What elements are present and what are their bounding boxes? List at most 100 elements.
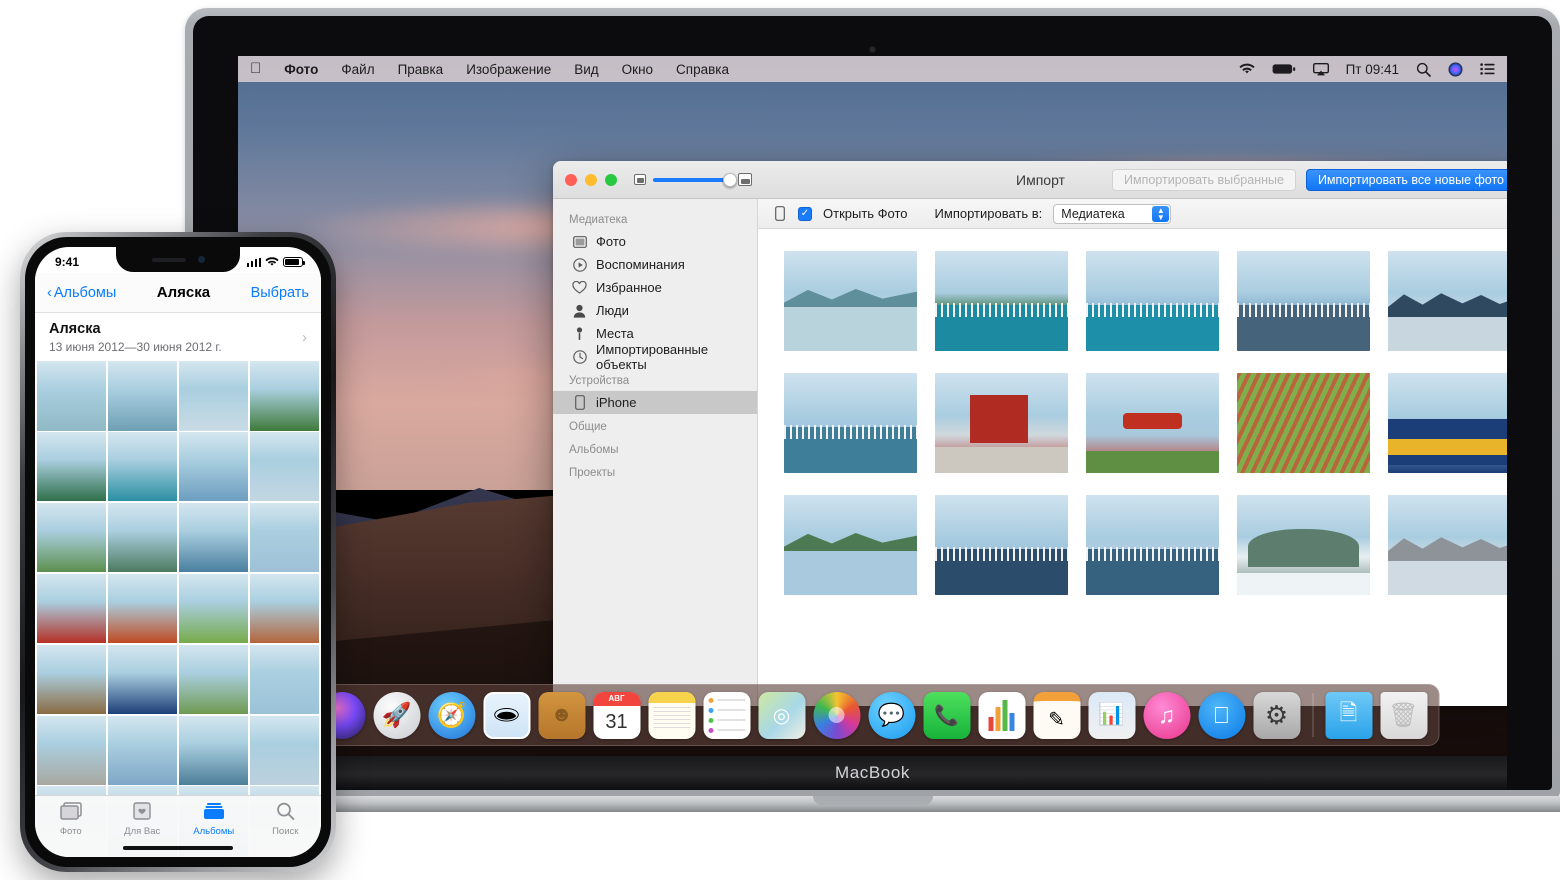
- search-icon[interactable]: [1416, 62, 1431, 77]
- photo-thumbnail[interactable]: [1388, 373, 1507, 473]
- sidebar-item-photos[interactable]: Фото: [553, 230, 757, 253]
- minimize-button[interactable]: [585, 173, 597, 186]
- menu-edit[interactable]: Правка: [398, 62, 444, 77]
- dock-item-launchpad[interactable]: 🚀: [373, 691, 420, 739]
- zoom-button[interactable]: [605, 173, 617, 186]
- iphone-photo-thumbnail[interactable]: [37, 502, 107, 573]
- airplay-icon[interactable]: [1312, 62, 1329, 76]
- menu-view[interactable]: Вид: [574, 62, 598, 77]
- dock-item-contacts[interactable]: ☻: [538, 691, 585, 739]
- menubar-clock[interactable]: Пт 09:41: [1346, 62, 1399, 77]
- iphone-photo-thumbnail[interactable]: [107, 573, 178, 644]
- sidebar-item-memories[interactable]: Воспоминания: [553, 253, 757, 276]
- wifi-icon[interactable]: [1238, 63, 1255, 75]
- ios-navigation-bar[interactable]: ‹ Альбомы Аляска Выбрать: [35, 273, 321, 313]
- iphone-photo-thumbnail[interactable]: [37, 361, 107, 431]
- dock-item-mail[interactable]: 🕳: [483, 691, 530, 739]
- window-traffic-lights[interactable]: [565, 173, 617, 186]
- tab-for-you[interactable]: Для Вас: [107, 802, 179, 837]
- iphone-photo-thumbnail[interactable]: [107, 715, 178, 785]
- dock-item-keynote[interactable]: 📊: [1088, 691, 1135, 739]
- zoom-slider-track[interactable]: [653, 172, 737, 187]
- photo-thumbnail[interactable]: [935, 251, 1068, 351]
- tab-photos[interactable]: Фото: [35, 802, 107, 837]
- iphone-photo-thumbnail[interactable]: [249, 573, 319, 644]
- chevron-right-icon[interactable]: ›: [302, 329, 307, 346]
- dock-item-numbers[interactable]: [978, 691, 1025, 739]
- back-to-albums-button[interactable]: ‹ Альбомы: [47, 285, 116, 301]
- window-titlebar[interactable]: Импорт Импортировать выбранные Импортиро…: [553, 161, 1507, 199]
- dock-item-trash[interactable]: 🗑: [1380, 691, 1427, 739]
- iphone-photo-thumbnail[interactable]: [178, 715, 249, 785]
- photo-thumbnail[interactable]: [1388, 495, 1507, 595]
- menu-file[interactable]: Файл: [341, 62, 374, 77]
- iphone-photo-thumbnail[interactable]: [178, 502, 249, 573]
- iphone-photo-thumbnail[interactable]: [249, 361, 319, 431]
- iphone-photo-thumbnail[interactable]: [178, 432, 249, 502]
- dock-item-appstore[interactable]: : [1198, 691, 1245, 739]
- iphone-photo-thumbnail[interactable]: [37, 432, 107, 502]
- iphone-photo-thumbnail[interactable]: [37, 644, 107, 714]
- iphone-photo-thumbnail[interactable]: [107, 361, 178, 431]
- macos-menubar[interactable]:  Фото Файл Правка Изображение Вид Окно …: [238, 56, 1507, 82]
- iphone-photo-thumbnail[interactable]: [107, 644, 178, 714]
- dock-item-reminders[interactable]: [703, 691, 750, 739]
- menu-window[interactable]: Окно: [622, 62, 653, 77]
- siri-icon[interactable]: [1448, 62, 1463, 77]
- photo-thumbnail[interactable]: [935, 373, 1068, 473]
- photo-thumbnail[interactable]: [1237, 373, 1370, 473]
- photo-thumbnail[interactable]: [1237, 251, 1370, 351]
- photos-import-window[interactable]: Импорт Импортировать выбранные Импортиро…: [553, 161, 1507, 706]
- photo-thumbnail[interactable]: [1086, 251, 1219, 351]
- control-center-icon[interactable]: [1480, 63, 1495, 75]
- thumbnail-size-slider[interactable]: [634, 172, 752, 187]
- dock-item-facetime[interactable]: 📞: [923, 691, 970, 739]
- iphone-screen[interactable]: 9:41 ‹ Альбомы Аляска Выбрать Аляска 13 …: [35, 247, 321, 857]
- tab-search[interactable]: Поиск: [250, 802, 322, 837]
- menu-image[interactable]: Изображение: [466, 62, 551, 77]
- menu-photos[interactable]: Фото: [284, 62, 318, 77]
- photo-thumbnail[interactable]: [1388, 251, 1507, 351]
- apple-menu-icon[interactable]: : [250, 61, 261, 76]
- iphone-photo-grid[interactable]: [35, 361, 321, 856]
- album-header[interactable]: Аляска 13 июня 2012—30 июня 2012 г. ›: [35, 313, 321, 361]
- iphone-photo-thumbnail[interactable]: [37, 715, 107, 785]
- photo-thumbnail[interactable]: [784, 373, 917, 473]
- iphone-photo-thumbnail[interactable]: [249, 644, 319, 714]
- sidebar-item-imported[interactable]: Импортированные объекты: [553, 342, 757, 372]
- iphone-photo-thumbnail[interactable]: [249, 432, 319, 502]
- photo-thumbnail[interactable]: [935, 495, 1068, 595]
- dock-item-calendar[interactable]: АВГ 31: [593, 691, 640, 739]
- sidebar-item-iphone[interactable]: iPhone: [553, 391, 757, 414]
- select-button[interactable]: Выбрать: [251, 285, 309, 301]
- dock-item-itunes[interactable]: ♫: [1143, 691, 1190, 739]
- import-photo-grid[interactable]: [758, 229, 1507, 706]
- iphone-photo-thumbnail[interactable]: [107, 502, 178, 573]
- dock-item-systempreferences[interactable]: ⚙: [1253, 691, 1300, 739]
- dock-item-maps[interactable]: ◎: [758, 691, 805, 739]
- dock-item-photos[interactable]: [813, 691, 860, 739]
- sidebar-item-people[interactable]: Люди: [553, 299, 757, 322]
- photo-thumbnail[interactable]: [784, 251, 917, 351]
- dock-item-safari[interactable]: 🧭: [428, 691, 475, 739]
- import-to-select[interactable]: Медиатека ▲ ▼: [1053, 203, 1172, 224]
- iphone-photo-thumbnail[interactable]: [107, 432, 178, 502]
- import-options-bar[interactable]: ✓ Открыть Фото Импортировать в: Медиатек…: [758, 199, 1507, 229]
- iphone-photo-thumbnail[interactable]: [249, 715, 319, 785]
- close-button[interactable]: [565, 173, 577, 186]
- dock-item-pages[interactable]: ✎: [1033, 691, 1080, 739]
- photo-thumbnail[interactable]: [784, 495, 917, 595]
- tab-albums[interactable]: Альбомы: [178, 802, 250, 837]
- dock-item-messages[interactable]: 💬: [868, 691, 915, 739]
- iphone-photo-thumbnail[interactable]: [178, 573, 249, 644]
- photo-thumbnail[interactable]: [1237, 495, 1370, 595]
- photo-thumbnail[interactable]: [1086, 373, 1219, 473]
- photo-thumbnail[interactable]: [1086, 495, 1219, 595]
- iphone-photo-thumbnail[interactable]: [178, 644, 249, 714]
- import-all-new-button[interactable]: Импортировать все новые фото: [1305, 168, 1507, 191]
- dock-item-notes[interactable]: [648, 691, 695, 739]
- dock-item-documents-folder[interactable]: 🗎: [1325, 691, 1372, 739]
- photos-sidebar[interactable]: Медиатека Фото Воспоминания Избранное Лю…: [553, 199, 758, 706]
- iphone-photo-thumbnail[interactable]: [178, 361, 249, 431]
- battery-icon[interactable]: [1272, 63, 1296, 75]
